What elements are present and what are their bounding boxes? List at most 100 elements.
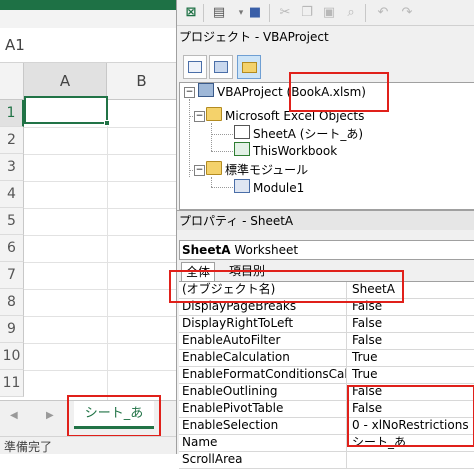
column-header-b[interactable]: B: [107, 63, 176, 100]
worksheet-icon: [234, 125, 250, 139]
row-header[interactable]: 10: [0, 343, 24, 370]
property-value[interactable]: False: [349, 316, 474, 332]
vbe-toolbar: ⊠ ▤ ▾ ■ ✂ ❐ ▣ ⌕ ↶ ↷: [177, 0, 474, 26]
vba-project-icon: [198, 83, 214, 97]
selected-cell-a1[interactable]: [24, 96, 108, 124]
column-header-a[interactable]: A: [24, 63, 107, 100]
tree-label: SheetA (シート_あ): [253, 127, 364, 141]
excel-ribbon-edge: [0, 0, 176, 10]
excel-icon[interactable]: ⊠: [181, 3, 201, 23]
tab-next-arrow[interactable]: ▶: [46, 410, 54, 421]
toolbar-separator: [365, 4, 366, 22]
property-name: EnableOutlining: [179, 384, 347, 400]
row-header[interactable]: 7: [0, 262, 24, 289]
fill-handle[interactable]: [104, 120, 110, 126]
workbook-icon: [234, 142, 250, 156]
highlight-box-project-name: [289, 72, 389, 112]
gridline: [24, 316, 176, 317]
toolbar-separator: [269, 4, 270, 22]
property-value[interactable]: False: [349, 333, 474, 349]
row-header[interactable]: 3: [0, 154, 24, 181]
name-box[interactable]: A1: [0, 28, 176, 63]
tree-label: Module1: [253, 181, 305, 195]
excel-window: A1 A B 1 2 3 4 5 6 7 8 9 10 11 ◀ ▶ シート_あ…: [0, 0, 176, 454]
property-name: EnableSelection: [179, 418, 347, 434]
column-label-a: A: [59, 72, 71, 90]
property-row[interactable]: EnableAutoFilter False: [179, 333, 474, 350]
gridline: [24, 235, 176, 236]
undo-icon[interactable]: ↶: [373, 3, 393, 23]
tree-label: ThisWorkbook: [253, 144, 338, 158]
property-name: ScrollArea: [179, 452, 347, 468]
tree-item-module[interactable]: Module1: [234, 179, 304, 197]
property-row[interactable]: ScrollArea: [179, 452, 474, 469]
highlight-box-sheet-tab: [67, 395, 161, 437]
status-bar: 準備完了: [0, 436, 176, 454]
property-row[interactable]: EnableCalculation True: [179, 350, 474, 367]
object-selector[interactable]: SheetA Worksheet: [179, 240, 474, 260]
gridline: [24, 127, 176, 128]
highlight-box-object-name: [169, 270, 404, 303]
gridline: [24, 154, 176, 155]
row-header[interactable]: 5: [0, 208, 24, 235]
row-header[interactable]: 4: [0, 181, 24, 208]
row-header[interactable]: 9: [0, 316, 24, 343]
project-explorer-title: プロジェクト - VBAProject: [177, 27, 474, 47]
object-selector-type: Worksheet: [234, 243, 299, 257]
property-name: DisplayRightToLeft: [179, 316, 347, 332]
module-icon: [234, 179, 250, 193]
redo-icon[interactable]: ↷: [397, 3, 417, 23]
name-box-value: A1: [5, 36, 25, 54]
gridline: [107, 100, 108, 400]
tree-line: [211, 187, 233, 188]
property-row[interactable]: EnableFormatConditionsCalc True: [179, 367, 474, 384]
gridline: [24, 181, 176, 182]
tree-line: [189, 99, 190, 177]
copy-icon[interactable]: ❐: [297, 3, 317, 23]
property-name: Name: [179, 435, 347, 451]
collapse-toggle[interactable]: −: [194, 111, 205, 122]
gridline: [24, 208, 176, 209]
toggle-folders-icon[interactable]: [237, 55, 261, 79]
row-header[interactable]: 1: [0, 100, 24, 127]
tab-prev-arrow[interactable]: ◀: [10, 410, 18, 421]
row-header[interactable]: 8: [0, 289, 24, 316]
view-object-icon[interactable]: [209, 55, 233, 79]
insert-userform-icon[interactable]: ▤: [209, 3, 229, 23]
property-value[interactable]: True: [349, 367, 474, 383]
property-row[interactable]: DisplayRightToLeft False: [179, 316, 474, 333]
save-icon[interactable]: ■: [245, 3, 265, 23]
gridline: [24, 343, 176, 344]
property-value[interactable]: [349, 452, 474, 468]
view-code-icon[interactable]: [183, 55, 207, 79]
row-header[interactable]: 6: [0, 235, 24, 262]
excel-ribbon-band: [0, 10, 176, 28]
property-name: EnablePivotTable: [179, 401, 347, 417]
row-header[interactable]: 2: [0, 127, 24, 154]
tree-item-sheet[interactable]: SheetA (シート_あ): [234, 125, 363, 143]
collapse-toggle[interactable]: −: [184, 87, 195, 98]
property-name: EnableCalculation: [179, 350, 347, 366]
toolbar-separator: [203, 4, 204, 22]
gridline: [24, 289, 176, 290]
tree-item-workbook[interactable]: ThisWorkbook: [234, 142, 337, 160]
column-label-b: B: [136, 72, 147, 90]
folder-icon: [206, 161, 222, 175]
folder-icon: [206, 107, 222, 121]
select-all-corner[interactable]: [0, 63, 24, 100]
cut-icon[interactable]: ✂: [275, 3, 295, 23]
tree-line: [211, 123, 212, 151]
vbe-window: ⊠ ▤ ▾ ■ ✂ ❐ ▣ ⌕ ↶ ↷ プロジェクト - VBAProject: [169, 0, 474, 469]
properties-title: プロパティ - SheetA: [177, 210, 474, 230]
row-header[interactable]: 11: [0, 370, 24, 397]
collapse-toggle[interactable]: −: [194, 165, 205, 176]
highlight-box-name-property: [347, 385, 474, 447]
tree-label: 標準モジュール: [225, 163, 309, 177]
gridline: [24, 370, 176, 371]
find-icon[interactable]: ⌕: [341, 3, 361, 23]
paste-icon[interactable]: ▣: [319, 3, 339, 23]
tree-line: [211, 151, 233, 152]
property-value[interactable]: True: [349, 350, 474, 366]
property-name: EnableFormatConditionsCalc: [179, 367, 347, 383]
tree-item-modules-folder[interactable]: 標準モジュール: [206, 161, 308, 179]
